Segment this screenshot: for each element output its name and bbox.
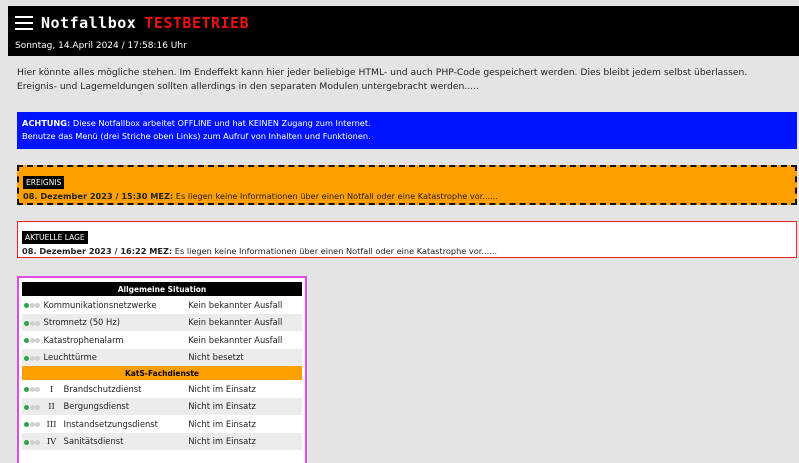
offline-notice: ACHTUNG: Diese Notfallbox arbeitet OFFLI… <box>17 112 797 149</box>
status-panel: Allgemeine Situation Kommunikationsnetzw… <box>17 276 307 463</box>
row-label: Instandsetzungsdienst <box>63 418 158 429</box>
notice-label: ACHTUNG: <box>22 118 71 128</box>
table-row: II Bergungsdienst Nicht im Einsatz <box>22 397 302 415</box>
status-indicator-icon <box>24 335 41 345</box>
status-indicator-icon <box>24 402 41 412</box>
lage-date: 08. Dezember 2023 / 16:22 MEZ: <box>22 246 173 256</box>
ereignis-box: EREIGNIS 08. Dezember 2023 / 15:30 MEZ: … <box>17 165 797 205</box>
row-value: Kein bekannter Ausfall <box>188 334 283 345</box>
intro-text: Hier könnte alles mögliche stehen. Im En… <box>17 66 792 94</box>
row-label: Sanitätsdienst <box>63 436 124 446</box>
status-indicator-icon <box>24 300 41 310</box>
section-header-kats: KatS-Fachdienste <box>22 366 302 380</box>
row-label: Leuchttürme <box>43 352 97 362</box>
row-label: Stromnetz (50 Hz) <box>43 317 121 327</box>
ereignis-text: Es liegen keine Informationen über einen… <box>173 191 498 201</box>
row-value: Nicht im Einsatz <box>188 383 256 394</box>
row-number: II <box>48 401 55 411</box>
lage-message: 08. Dezember 2023 / 16:22 MEZ: Es liegen… <box>22 245 792 257</box>
hamburger-icon[interactable] <box>15 16 33 30</box>
row-value: Nicht im Einsatz <box>184 397 302 415</box>
row-label: Katastrophenalarm <box>43 334 124 345</box>
row-label: Bergungsdienst <box>63 401 130 411</box>
section-header-allgemein: Allgemeine Situation <box>22 282 302 296</box>
lage-tag: AKTUELLE LAGE <box>22 231 88 244</box>
status-table: Allgemeine Situation Kommunikationsnetzw… <box>22 282 302 450</box>
table-row: I Brandschutzdienst Nicht im Einsatz <box>22 380 302 398</box>
row-value: Nicht im Einsatz <box>184 432 302 450</box>
row-value: Nicht im Einsatz <box>188 418 256 429</box>
status-indicator-icon <box>24 353 41 363</box>
datetime-display: Sonntag, 14.April 2024 / 17:58:16 Uhr <box>15 41 187 51</box>
row-label: Kommunikationsnetzwerke <box>43 299 157 310</box>
notice-line-2: Benutze das Menü (drei Striche oben Link… <box>22 131 371 141</box>
ereignis-date: 08. Dezember 2023 / 15:30 MEZ: <box>23 191 174 201</box>
status-indicator-icon <box>24 384 41 394</box>
status-indicator-icon <box>24 318 41 328</box>
table-row: Stromnetz (50 Hz) Kein bekannter Ausfall <box>22 313 302 331</box>
row-number: IV <box>46 436 57 446</box>
row-number: III <box>46 418 57 429</box>
row-number: I <box>49 383 54 394</box>
header-bar: Notfallbox TESTBETRIEB Sonntag, 14.April … <box>8 6 799 56</box>
app-title-text: Notfallbox <box>41 14 137 32</box>
testbetrieb-badge: TESTBETRIEB <box>144 14 250 32</box>
intro-line-1: Hier könnte alles mögliche stehen. Im En… <box>17 67 748 78</box>
row-value: Kein bekannter Ausfall <box>188 299 283 310</box>
table-row: IV Sanitätsdienst Nicht im Einsatz <box>22 432 302 450</box>
row-value: Kein bekannter Ausfall <box>184 313 302 331</box>
ereignis-message: 08. Dezember 2023 / 15:30 MEZ: Es liegen… <box>23 190 791 202</box>
table-row: Katastrophenalarm Kein bekannter Ausfall <box>22 331 302 349</box>
table-row: Kommunikationsnetzwerke Kein bekannter A… <box>22 296 302 314</box>
intro-line-2: Ereignis- und Lagemeldungen sollten alle… <box>17 81 479 92</box>
row-value: Nicht besetzt <box>184 348 302 366</box>
notice-line-1: Diese Notfallbox arbeitet OFFLINE und ha… <box>70 118 371 128</box>
lage-text: Es liegen keine Informationen über einen… <box>172 246 497 256</box>
table-row: Leuchttürme Nicht besetzt <box>22 348 302 366</box>
table-row: III Instandsetzungsdienst Nicht im Einsat… <box>22 415 302 433</box>
lage-box: AKTUELLE LAGE 08. Dezember 2023 / 16:22 … <box>17 221 797 258</box>
ereignis-tag: EREIGNIS <box>23 176 65 189</box>
status-indicator-icon <box>24 437 41 447</box>
app-title: Notfallbox TESTBETRIEB <box>41 14 249 32</box>
status-indicator-icon <box>24 419 41 429</box>
row-label: Brandschutzdienst <box>63 383 142 394</box>
